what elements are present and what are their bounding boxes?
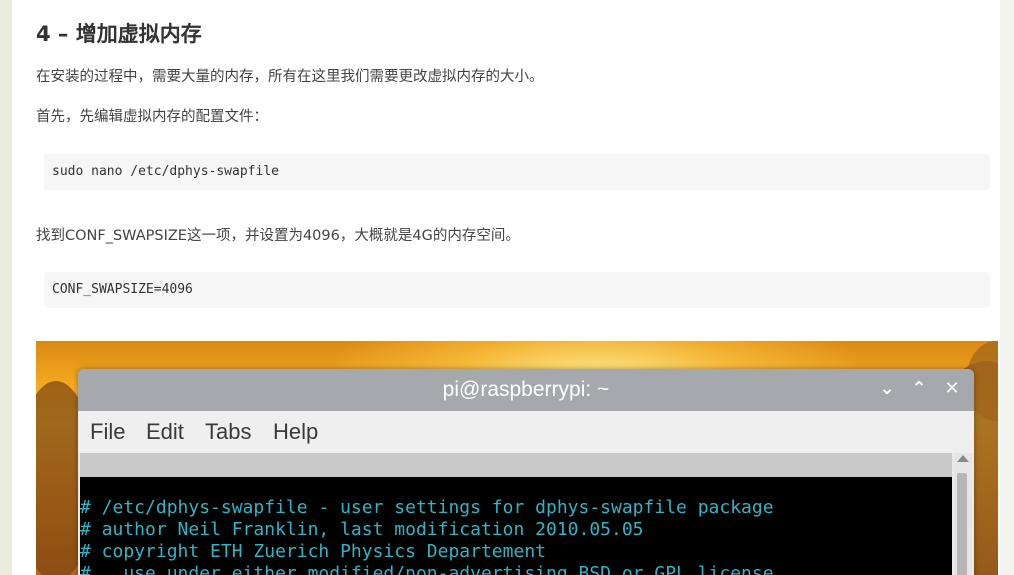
terminal-screenshot-image: pi@raspberrypi: ~ ⌄ ⌃ ✕ File Edit Tabs H…: [36, 341, 998, 575]
window-menubar: File Edit Tabs Help: [78, 411, 974, 453]
nano-status: Modified: [842, 526, 929, 547]
terminal-line: # /etc/dphys-swapfile - user settings fo…: [80, 497, 774, 518]
menu-help: Help: [273, 419, 319, 444]
nano-header-bar: GNU nano 3.2 /etc/dphys-swapfile Modifie…: [80, 453, 952, 547]
menu-file: File: [90, 419, 126, 444]
terminal-line: # use under either modified/non-advertis…: [80, 563, 774, 575]
close-icon: ✕: [944, 378, 960, 399]
left-sidebar-edge: [0, 0, 12, 575]
paragraph-set-swapsize: 找到CONF_SWAPSIZE这一项，并设置为4096，大概就是4G的内存空间。: [36, 228, 520, 244]
code-block-swapsize[interactable]: CONF_SWAPSIZE=4096: [44, 272, 990, 308]
terminal-body: GNU nano 3.2 /etc/dphys-swapfile Modifie…: [80, 453, 952, 575]
maximize-icon: ⌃: [911, 378, 927, 399]
code-block-nano-command[interactable]: sudo nano /etc/dphys-swapfile: [44, 154, 990, 190]
section-heading: 4 – 增加虚拟内存: [36, 22, 202, 46]
terminal-scrollbar: [954, 453, 972, 575]
terminal-window: pi@raspberrypi: ~ ⌄ ⌃ ✕ File Edit Tabs H…: [78, 369, 974, 575]
menu-edit: Edit: [146, 419, 184, 444]
scroll-thumb: [957, 473, 967, 575]
paragraph-memory-intro: 在安装的过程中，需要大量的内存，所有在这里我们需要更改虚拟内存的大小。: [36, 69, 544, 85]
article-content: 4 – 增加虚拟内存 在安装的过程中，需要大量的内存，所有在这里我们需要更改虚拟…: [36, 0, 998, 575]
menu-tabs: Tabs: [205, 419, 252, 444]
scroll-up-icon: [957, 455, 969, 462]
window-titlebar: pi@raspberrypi: ~ ⌄ ⌃ ✕: [78, 369, 974, 411]
right-sidebar-edge: [1000, 0, 1014, 575]
paragraph-edit-config: 首先，先编辑虚拟内存的配置文件：: [36, 109, 268, 125]
window-title: pi@raspberrypi: ~: [442, 378, 610, 401]
terminal-line: # author Neil Franklin, last modificatio…: [80, 519, 644, 540]
minimize-icon: ⌄: [879, 378, 895, 399]
terminal-line: # copyright ETH Zuerich Physics Departem…: [80, 541, 546, 562]
